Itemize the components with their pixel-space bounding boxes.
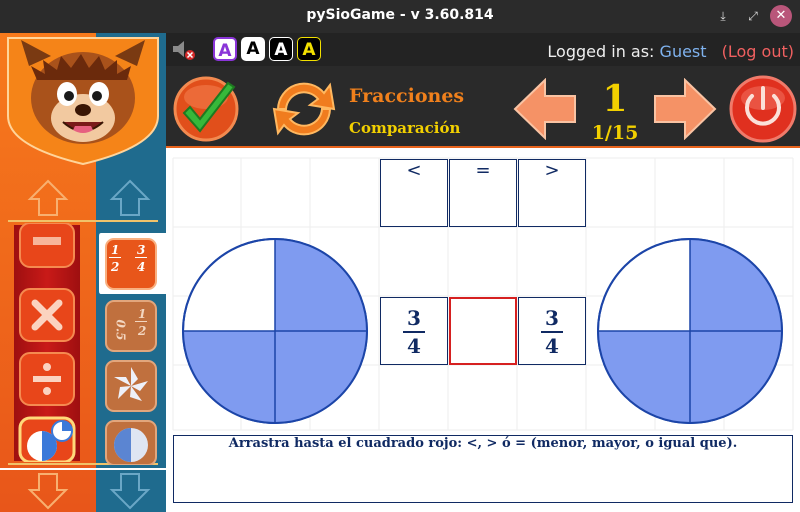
font-size-a3-button[interactable]: A <box>269 37 293 61</box>
game-board: < = > 3 4 3 4 Arrastra hasta el cuadrado… <box>166 150 800 512</box>
division-icon[interactable] <box>18 351 76 407</box>
left-denominator: 4 <box>407 334 421 358</box>
decimal-fraction-icon-text: 0.5 1 2 <box>108 305 154 351</box>
fraction-icon-top-denominator: 2 <box>111 260 120 274</box>
window-title-bar: pySioGame - v 3.60.814 ⤓ ⤢ ✕ <box>0 0 800 33</box>
decimal-icon-denominator: 2 <box>138 324 147 338</box>
multiplication-icon[interactable] <box>18 287 76 343</box>
logged-in-label: Logged in as: <box>547 42 655 61</box>
question-counter: 1/15 <box>591 122 639 144</box>
right-denominator: 4 <box>545 334 559 358</box>
right-pie-slice-1 <box>690 239 782 331</box>
left-numerator: 3 <box>407 306 421 330</box>
next-arrow-icon[interactable] <box>653 78 717 140</box>
fraction-icon-bar <box>109 257 121 258</box>
game-subtitle: Comparación <box>349 119 461 137</box>
left-fraction-bar <box>403 331 425 333</box>
fraction-icon-top-numerator: 1 <box>111 243 120 257</box>
font-size-a1-button[interactable]: A <box>213 37 237 61</box>
info-bar: A A A A Logged in as: Guest (Log out) <box>166 33 800 66</box>
left-fraction-tile: 3 4 <box>380 297 448 365</box>
right-pie-slice-3 <box>598 331 690 423</box>
previous-arrow-icon[interactable] <box>513 78 577 140</box>
right-fraction-pie <box>597 238 783 424</box>
login-status: Logged in as: Guest (Log out) <box>547 42 794 61</box>
right-pie-slice-2 <box>690 331 782 423</box>
font-size-a4-button[interactable]: A <box>297 37 321 61</box>
window-title: pySioGame - v 3.60.814 <box>306 7 494 23</box>
instruction-text: Arrastra hasta el cuadrado rojo: <, > ó … <box>173 435 793 503</box>
decimal-icon-value: 0.5 <box>113 319 128 341</box>
right-fraction-bar <box>541 331 563 333</box>
decimal-icon-numerator: 1 <box>138 307 147 321</box>
power-icon[interactable] <box>728 74 798 144</box>
fraction-icon-right-numerator: 3 <box>137 243 146 257</box>
sound-muted-icon[interactable] <box>171 39 197 61</box>
level-number: 1 <box>602 78 628 120</box>
category-scroll-down-icon[interactable] <box>108 471 152 511</box>
close-button[interactable]: ✕ <box>770 5 792 27</box>
category-scroll-up-icon[interactable] <box>108 178 152 218</box>
font-size-a2-button[interactable]: A <box>241 37 265 61</box>
menu-scroll-down-icon[interactable] <box>26 471 70 511</box>
maximize-button[interactable]: ⤢ <box>742 5 764 27</box>
equals-tile[interactable]: = <box>449 159 517 227</box>
subtraction-icon[interactable] <box>18 223 76 271</box>
left-pie-slice-3 <box>183 331 275 423</box>
answer-target-square[interactable] <box>449 297 517 365</box>
check-answer-icon[interactable] <box>170 73 242 143</box>
left-pie-slice-1 <box>275 239 367 331</box>
menu-scroll-up-icon[interactable] <box>26 178 70 218</box>
left-menu-panel: 1 2 3 4 0.5 1 2 <box>0 33 166 512</box>
half-circle-icon[interactable] <box>104 419 158 465</box>
fraction-icon-text: 1 2 3 4 <box>108 243 154 289</box>
game-toolbar: Fracciones Comparación 1 1/15 <box>166 66 800 148</box>
guest-user-link[interactable]: Guest <box>660 42 707 61</box>
fraction-icon-bar-2 <box>135 257 147 258</box>
decimal-icon-bar <box>135 321 147 322</box>
mascot-logo[interactable] <box>3 36 163 166</box>
fractions-menu-icon[interactable] <box>18 416 76 462</box>
greater-than-tile[interactable]: > <box>518 159 586 227</box>
right-numerator: 3 <box>545 306 559 330</box>
logout-link[interactable]: (Log out) <box>722 42 794 61</box>
fraction-icon-right-denominator: 4 <box>137 260 146 274</box>
pinwheel-icon[interactable] <box>104 359 158 413</box>
download-icon[interactable]: ⤓ <box>712 5 734 27</box>
left-pie-slice-2 <box>275 331 367 423</box>
less-than-tile[interactable]: < <box>380 159 448 227</box>
right-fraction-tile: 3 4 <box>518 297 586 365</box>
left-fraction-pie <box>182 238 368 424</box>
game-title: Fracciones <box>349 85 465 107</box>
reload-icon[interactable] <box>268 75 340 143</box>
